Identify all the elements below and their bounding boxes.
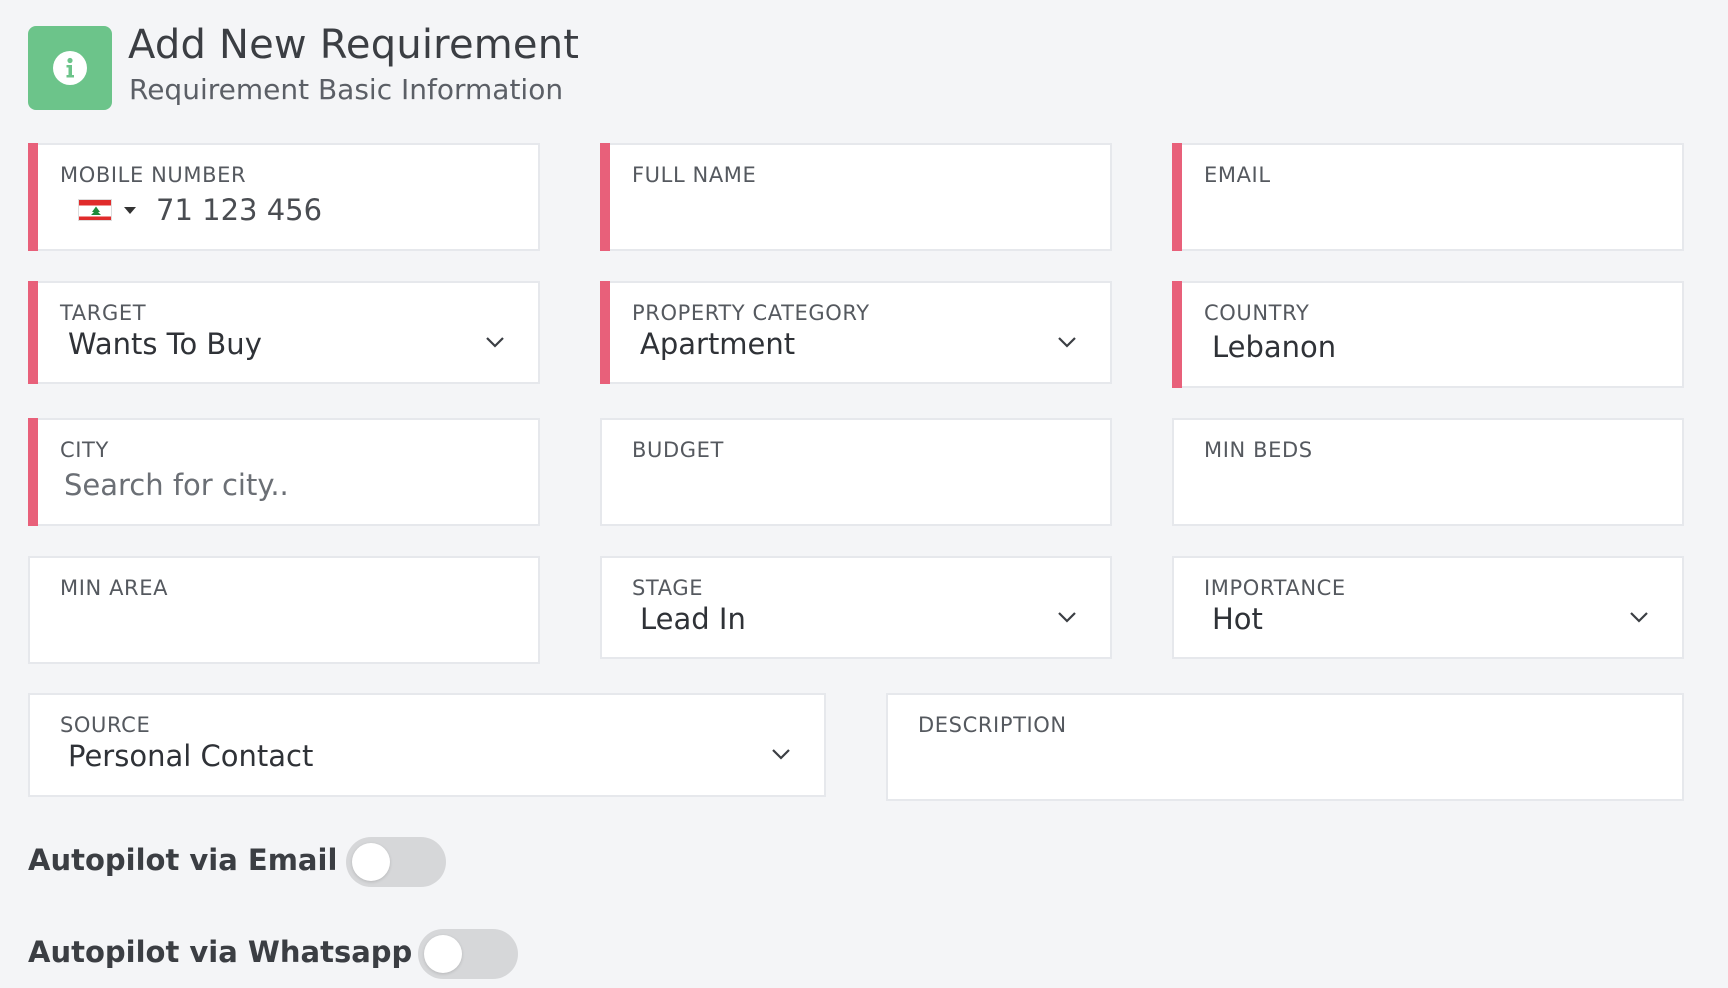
stage-value: Lead In xyxy=(640,602,746,636)
description-field[interactable]: DESCRIPTION xyxy=(886,693,1684,801)
lebanon-flag-icon[interactable] xyxy=(78,199,112,221)
source-select[interactable]: SOURCE Personal Contact xyxy=(28,693,826,797)
chevron-down-icon[interactable] xyxy=(1056,335,1078,349)
info-icon xyxy=(28,26,112,110)
autopilot-whatsapp-label: Autopilot via Whatsapp xyxy=(28,935,413,969)
property-category-label: PROPERTY CATEGORY xyxy=(632,301,870,325)
country-label: COUNTRY xyxy=(1204,301,1310,325)
toggle-knob xyxy=(424,935,462,973)
full-name-field[interactable]: FULL NAME xyxy=(600,143,1112,251)
source-value: Personal Contact xyxy=(68,739,314,773)
country-input[interactable]: Lebanon xyxy=(1212,330,1336,364)
target-label: TARGET xyxy=(60,301,147,325)
min-area-label: MIN AREA xyxy=(60,576,169,600)
importance-select[interactable]: IMPORTANCE Hot xyxy=(1172,556,1684,659)
chevron-down-icon[interactable] xyxy=(1628,610,1650,624)
autopilot-email-label: Autopilot via Email xyxy=(28,843,338,877)
page-subtitle: Requirement Basic Information xyxy=(129,73,564,106)
email-label: EMAIL xyxy=(1204,163,1271,187)
city-label: CITY xyxy=(60,438,109,462)
target-select[interactable]: TARGET Wants To Buy xyxy=(28,281,540,384)
mobile-number-field[interactable]: MOBILE NUMBER 71 123 456 xyxy=(28,143,540,251)
city-field[interactable]: CITY Search for city.. xyxy=(28,418,540,526)
min-beds-field[interactable]: MIN BEDS xyxy=(1172,418,1684,526)
min-area-field[interactable]: MIN AREA xyxy=(28,556,540,664)
budget-field[interactable]: BUDGET xyxy=(600,418,1112,526)
description-label: DESCRIPTION xyxy=(918,713,1067,737)
property-category-value: Apartment xyxy=(640,327,796,361)
target-value: Wants To Buy xyxy=(68,327,262,361)
source-label: SOURCE xyxy=(60,713,151,737)
mobile-number-label: MOBILE NUMBER xyxy=(60,163,247,187)
country-dropdown-icon[interactable] xyxy=(124,207,136,214)
importance-value: Hot xyxy=(1212,602,1263,636)
stage-select[interactable]: STAGE Lead In xyxy=(600,556,1112,659)
page-title: Add New Requirement xyxy=(128,22,580,68)
chevron-down-icon[interactable] xyxy=(484,335,506,349)
min-beds-label: MIN BEDS xyxy=(1204,438,1313,462)
autopilot-whatsapp-toggle[interactable] xyxy=(418,929,518,979)
autopilot-email-toggle[interactable] xyxy=(346,837,446,887)
chevron-down-icon[interactable] xyxy=(1056,610,1078,624)
property-category-select[interactable]: PROPERTY CATEGORY Apartment xyxy=(600,281,1112,384)
stage-label: STAGE xyxy=(632,576,704,600)
importance-label: IMPORTANCE xyxy=(1204,576,1346,600)
city-search-input[interactable]: Search for city.. xyxy=(64,468,289,502)
email-field[interactable]: EMAIL xyxy=(1172,143,1684,251)
mobile-number-input[interactable]: 71 123 456 xyxy=(156,193,322,227)
budget-label: BUDGET xyxy=(632,438,724,462)
toggle-knob xyxy=(352,843,390,881)
full-name-label: FULL NAME xyxy=(632,163,757,187)
chevron-down-icon[interactable] xyxy=(770,747,792,761)
country-field[interactable]: COUNTRY Lebanon xyxy=(1172,281,1684,388)
